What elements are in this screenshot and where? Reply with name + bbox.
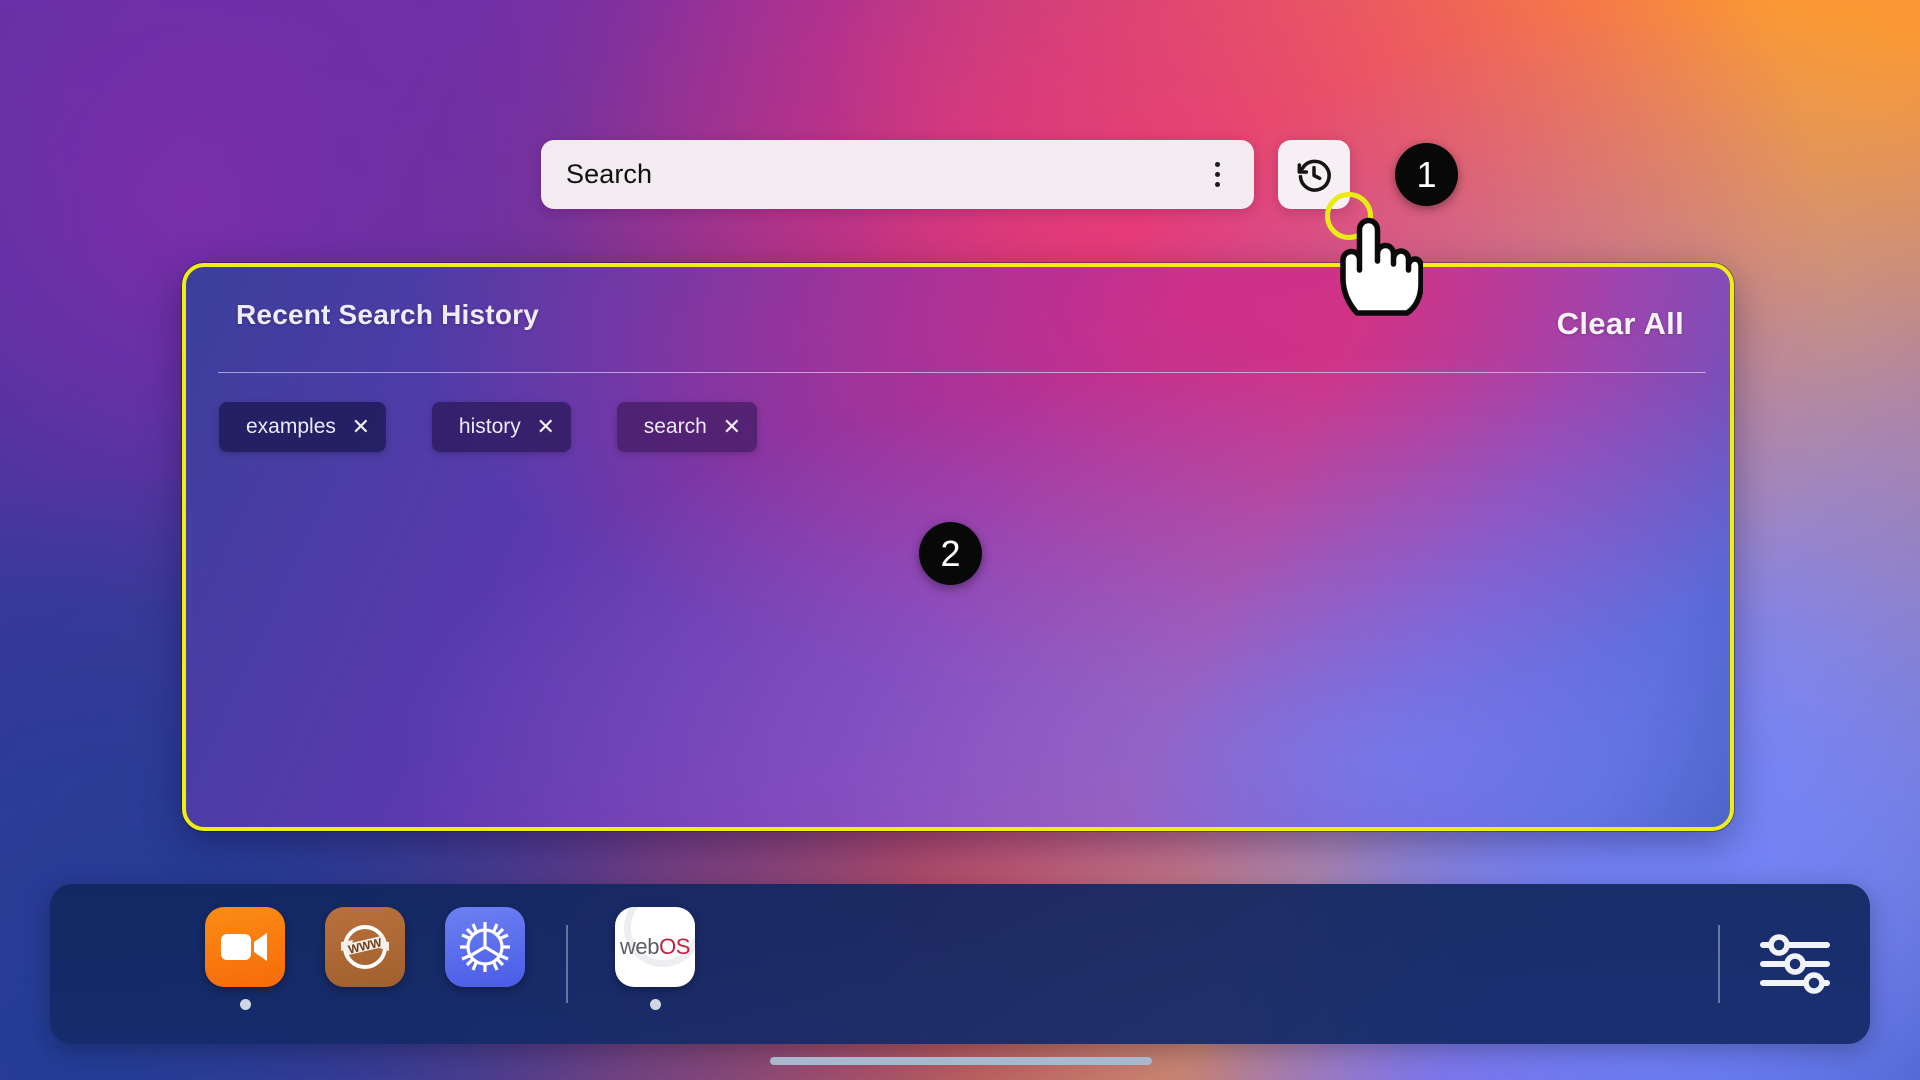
dock-divider	[566, 925, 568, 1003]
history-chips-list: examples ✕ history ✕ search ✕	[219, 402, 757, 452]
control-center-button[interactable]	[1754, 923, 1836, 1005]
history-clock-icon	[1297, 159, 1331, 192]
kebab-dot-3	[1214, 182, 1220, 187]
gear-glyph	[460, 922, 510, 972]
dock: WWW webOS	[50, 884, 1870, 1044]
history-chip-label: search	[643, 415, 707, 438]
click-target-highlight	[1325, 192, 1373, 240]
video-camera-icon	[205, 907, 285, 987]
www-globe-glyph: WWW	[341, 925, 389, 969]
history-chip-history[interactable]: history ✕	[431, 402, 571, 452]
step-badge-2: 2	[919, 522, 982, 585]
dock-divider-right	[1718, 925, 1720, 1003]
kebab-dot-1	[1214, 162, 1220, 167]
panel-header: Recent Search History Clear All	[186, 267, 1730, 363]
camcorder-glyph	[221, 933, 267, 961]
history-chip-remove-icon[interactable]: ✕	[336, 402, 386, 452]
dock-item-settings[interactable]	[432, 903, 538, 1025]
dock-item-webos[interactable]: webOS	[602, 903, 708, 1025]
desktop: Search Recent Search History Clear All e…	[0, 0, 1920, 1080]
running-indicator	[649, 999, 661, 1010]
dock-item-browser[interactable]: WWW	[312, 903, 418, 1025]
kebab-dot-2	[1214, 172, 1220, 177]
search-input[interactable]: Search	[541, 140, 1254, 209]
panel-title: Recent Search History	[236, 299, 539, 330]
history-chip-search[interactable]: search ✕	[616, 402, 757, 452]
history-chip-label: examples	[246, 415, 336, 438]
webos-wordmark: webOS	[619, 934, 691, 960]
search-input-value: Search	[566, 159, 653, 189]
web-browser-icon: WWW	[325, 907, 405, 987]
step-badge-1: 1	[1395, 143, 1458, 206]
app-grid-icon	[85, 907, 165, 987]
svg-text:WWW: WWW	[347, 935, 384, 956]
dock-app-list: WWW webOS	[72, 903, 708, 1025]
history-chip-remove-icon[interactable]: ✕	[521, 402, 571, 452]
home-indicator[interactable]	[770, 1057, 1152, 1065]
kebab-menu-icon[interactable]	[1202, 155, 1232, 195]
panel-divider	[218, 372, 1706, 373]
clear-all-button[interactable]: Clear All	[1557, 306, 1684, 342]
sliders-icon	[1760, 934, 1830, 994]
webos-label-os: OS	[659, 934, 691, 959]
webos-icon: webOS	[615, 907, 695, 987]
history-chip-examples[interactable]: examples ✕	[219, 402, 386, 452]
dock-item-apps[interactable]	[72, 903, 178, 1025]
history-chip-label: history	[458, 415, 521, 438]
dock-item-video[interactable]	[192, 903, 298, 1025]
search-bar-row: Search	[541, 140, 1350, 209]
history-chip-remove-icon[interactable]: ✕	[707, 402, 757, 452]
dock-right-section	[1718, 923, 1836, 1005]
settings-gear-icon	[445, 907, 525, 987]
running-indicator	[239, 999, 251, 1010]
webos-label-web: web	[619, 934, 660, 959]
